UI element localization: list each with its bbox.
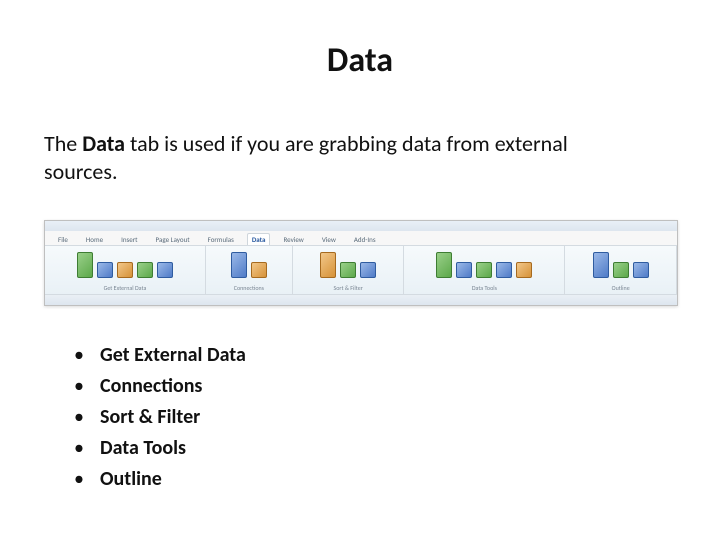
list-item: •Sort & Filter: [74, 402, 246, 433]
ribbon-group-label: Outline: [612, 284, 630, 292]
ribbon-button-icon: [496, 262, 512, 278]
ribbon-button-icon: [231, 252, 247, 278]
bullet-icon: •: [74, 433, 100, 464]
list-item-label: Get External Data: [100, 340, 246, 371]
description: The Data tab is used if you are grabbing…: [44, 130, 604, 185]
ribbon-footer: [45, 294, 677, 305]
bullet-icon: •: [74, 371, 100, 402]
ribbon-button-icon: [593, 252, 609, 278]
list-item: •Get External Data: [74, 340, 246, 371]
ribbon-tab: View: [317, 233, 341, 245]
ribbon-group: Connections: [206, 246, 293, 294]
ribbon-button-icon: [476, 262, 492, 278]
ribbon-group: Get External Data: [45, 246, 206, 294]
ribbon-tab: Page Layout: [151, 233, 195, 245]
list-item: •Connections: [74, 371, 246, 402]
ribbon-button-icon: [117, 262, 133, 278]
list-item: •Outline: [74, 464, 246, 495]
list-item-label: Connections: [100, 371, 202, 402]
ribbon-tab: Home: [81, 233, 108, 245]
ribbon-button-icon: [613, 262, 629, 278]
ribbon-group-label: Get External Data: [104, 284, 147, 292]
ribbon-tab: Add-Ins: [349, 233, 381, 245]
ribbon-button-icon: [157, 262, 173, 278]
bullet-icon: •: [74, 402, 100, 433]
list-item-label: Outline: [100, 464, 162, 495]
ribbon-button-icon: [137, 262, 153, 278]
ribbon-button-icon: [251, 262, 267, 278]
ribbon-button-icon: [360, 262, 376, 278]
ribbon-tab: Review: [278, 233, 308, 245]
ribbon-button-icon: [320, 252, 336, 278]
list-item: •Data Tools: [74, 433, 246, 464]
ribbon-group-label: Connections: [234, 284, 264, 292]
ribbon-group-label: Data Tools: [472, 284, 497, 292]
ribbon-tab: Formulas: [203, 233, 239, 245]
ribbon-button-icon: [456, 262, 472, 278]
bullet-list: •Get External Data•Connections•Sort & Fi…: [74, 340, 246, 495]
ribbon-tab: File: [53, 233, 73, 245]
description-bold: Data: [82, 130, 125, 157]
description-pre: The: [44, 130, 77, 157]
ribbon-strip: Get External Data Connections Sort & Filte…: [45, 245, 677, 294]
ribbon-button-icon: [77, 252, 93, 278]
bullet-icon: •: [74, 464, 100, 495]
ribbon-tab: Insert: [116, 233, 142, 245]
ribbon-button-icon: [436, 252, 452, 278]
page-title: Data: [0, 40, 720, 81]
ribbon-group-label: Sort & Filter: [333, 284, 362, 292]
ribbon-group: Data Tools: [404, 246, 565, 294]
ribbon-tabs: File Home Insert Page Layout Formulas Data Rev…: [45, 231, 677, 245]
bullet-icon: •: [74, 340, 100, 371]
ribbon-button-icon: [516, 262, 532, 278]
ribbon-titlebar: [45, 221, 677, 231]
ribbon-button-icon: [340, 262, 356, 278]
ribbon-button-icon: [633, 262, 649, 278]
list-item-label: Data Tools: [100, 433, 186, 464]
ribbon-screenshot: File Home Insert Page Layout Formulas Data Rev…: [44, 220, 678, 306]
list-item-label: Sort & Filter: [100, 402, 200, 433]
ribbon-group: Outline: [565, 246, 677, 294]
ribbon-button-icon: [97, 262, 113, 278]
slide: Data The Data tab is used if you are gra…: [0, 0, 720, 540]
ribbon-group: Sort & Filter: [293, 246, 405, 294]
ribbon-tab: Data: [247, 233, 271, 245]
